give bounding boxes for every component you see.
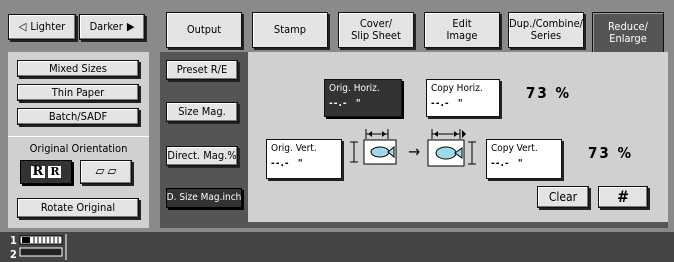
arrow-right-icon: ▶ xyxy=(126,20,135,33)
original-size-diagram xyxy=(350,129,397,165)
horiz-percent: 73 % xyxy=(526,84,571,102)
panel-divider xyxy=(8,136,149,137)
copy-horiz-field[interactable]: Copy Horiz. --.- " xyxy=(426,79,500,117)
arrow-left-icon: ◁ xyxy=(18,20,27,33)
tab-output-label: Output xyxy=(186,23,222,36)
tab-stamp[interactable]: Stamp xyxy=(252,12,328,48)
tab-stamp-label: Stamp xyxy=(273,23,307,36)
status-bar xyxy=(0,232,674,262)
orig-vert-field[interactable]: Orig. Vert. --.- " xyxy=(266,139,342,179)
orig-horiz-value: --.- " xyxy=(329,98,362,109)
orientation-readable-icon: R xyxy=(30,164,46,179)
tab-cover-slip-sheet[interactable]: Cover/ Slip Sheet xyxy=(338,12,414,48)
status-line-2: 2 xyxy=(10,248,17,261)
preset-re-button[interactable]: Preset R/E xyxy=(166,60,238,80)
copy-vert-value: --.- " xyxy=(491,158,524,169)
size-mag-button[interactable]: Size Mag. xyxy=(166,102,238,122)
orig-horiz-label: Orig. Horiz. xyxy=(329,83,380,94)
mixed-sizes-button[interactable]: Mixed Sizes xyxy=(17,60,139,77)
paper-tray-icon xyxy=(19,234,67,260)
rotate-original-button[interactable]: Rotate Original xyxy=(17,198,139,218)
tab-reduce-enlarge[interactable]: Reduce/ Enlarge xyxy=(592,12,664,52)
orientation-readable-icon-2: R xyxy=(48,165,62,178)
lighter-button[interactable]: ◁ Lighter xyxy=(8,14,76,40)
orig-vert-value: --.- " xyxy=(271,158,304,169)
tab-dup-combine-series[interactable]: Dup./Combine/ Series xyxy=(508,12,584,48)
tab-output[interactable]: Output xyxy=(166,12,242,48)
copy-horiz-label: Copy Horiz. xyxy=(431,83,483,94)
orientation-unreadable-button[interactable]: ▱ ▱ xyxy=(80,160,132,184)
hash-button[interactable]: # xyxy=(598,186,648,208)
tab-edit-label: Edit Image xyxy=(446,17,478,42)
tab-edit-image[interactable]: Edit Image xyxy=(424,12,500,48)
orientation-readable-button[interactable]: R R xyxy=(20,160,72,184)
copy-size-diagram xyxy=(427,129,476,167)
d-size-mag-inch-button[interactable]: D. Size Mag.inch xyxy=(166,188,242,208)
copy-vert-label: Copy Vert. xyxy=(491,143,538,154)
orientation-unreadable-icon-2: ▱ xyxy=(107,164,117,179)
lighter-label: Lighter xyxy=(30,20,66,33)
arrow-right-icon: → xyxy=(408,142,421,161)
clear-button[interactable]: Clear xyxy=(537,186,589,208)
vert-percent: 73 % xyxy=(588,144,633,162)
darker-label: Darker xyxy=(89,20,123,33)
orientation-unreadable-icon: ▱ xyxy=(95,164,105,179)
tab-reduce-label: Reduce/ Enlarge xyxy=(608,19,648,45)
orig-horiz-field[interactable]: Orig. Horiz. --.- " xyxy=(324,79,402,117)
orientation-title: Original Orientation xyxy=(29,142,128,155)
orig-vert-label: Orig. Vert. xyxy=(271,143,317,154)
copy-vert-field[interactable]: Copy Vert. --.- " xyxy=(486,139,562,179)
darker-button[interactable]: Darker ▶ xyxy=(79,14,145,40)
tab-cover-label: Cover/ Slip Sheet xyxy=(351,17,401,42)
batch-sadf-button[interactable]: Batch/SADF xyxy=(17,108,139,125)
tab-dup-label: Dup./Combine/ Series xyxy=(509,17,583,42)
thin-paper-button[interactable]: Thin Paper xyxy=(17,84,139,101)
status-line-1: 1 xyxy=(10,234,17,247)
direct-mag-button[interactable]: Direct. Mag.% xyxy=(166,146,238,166)
copy-horiz-value: --.- " xyxy=(431,98,464,109)
